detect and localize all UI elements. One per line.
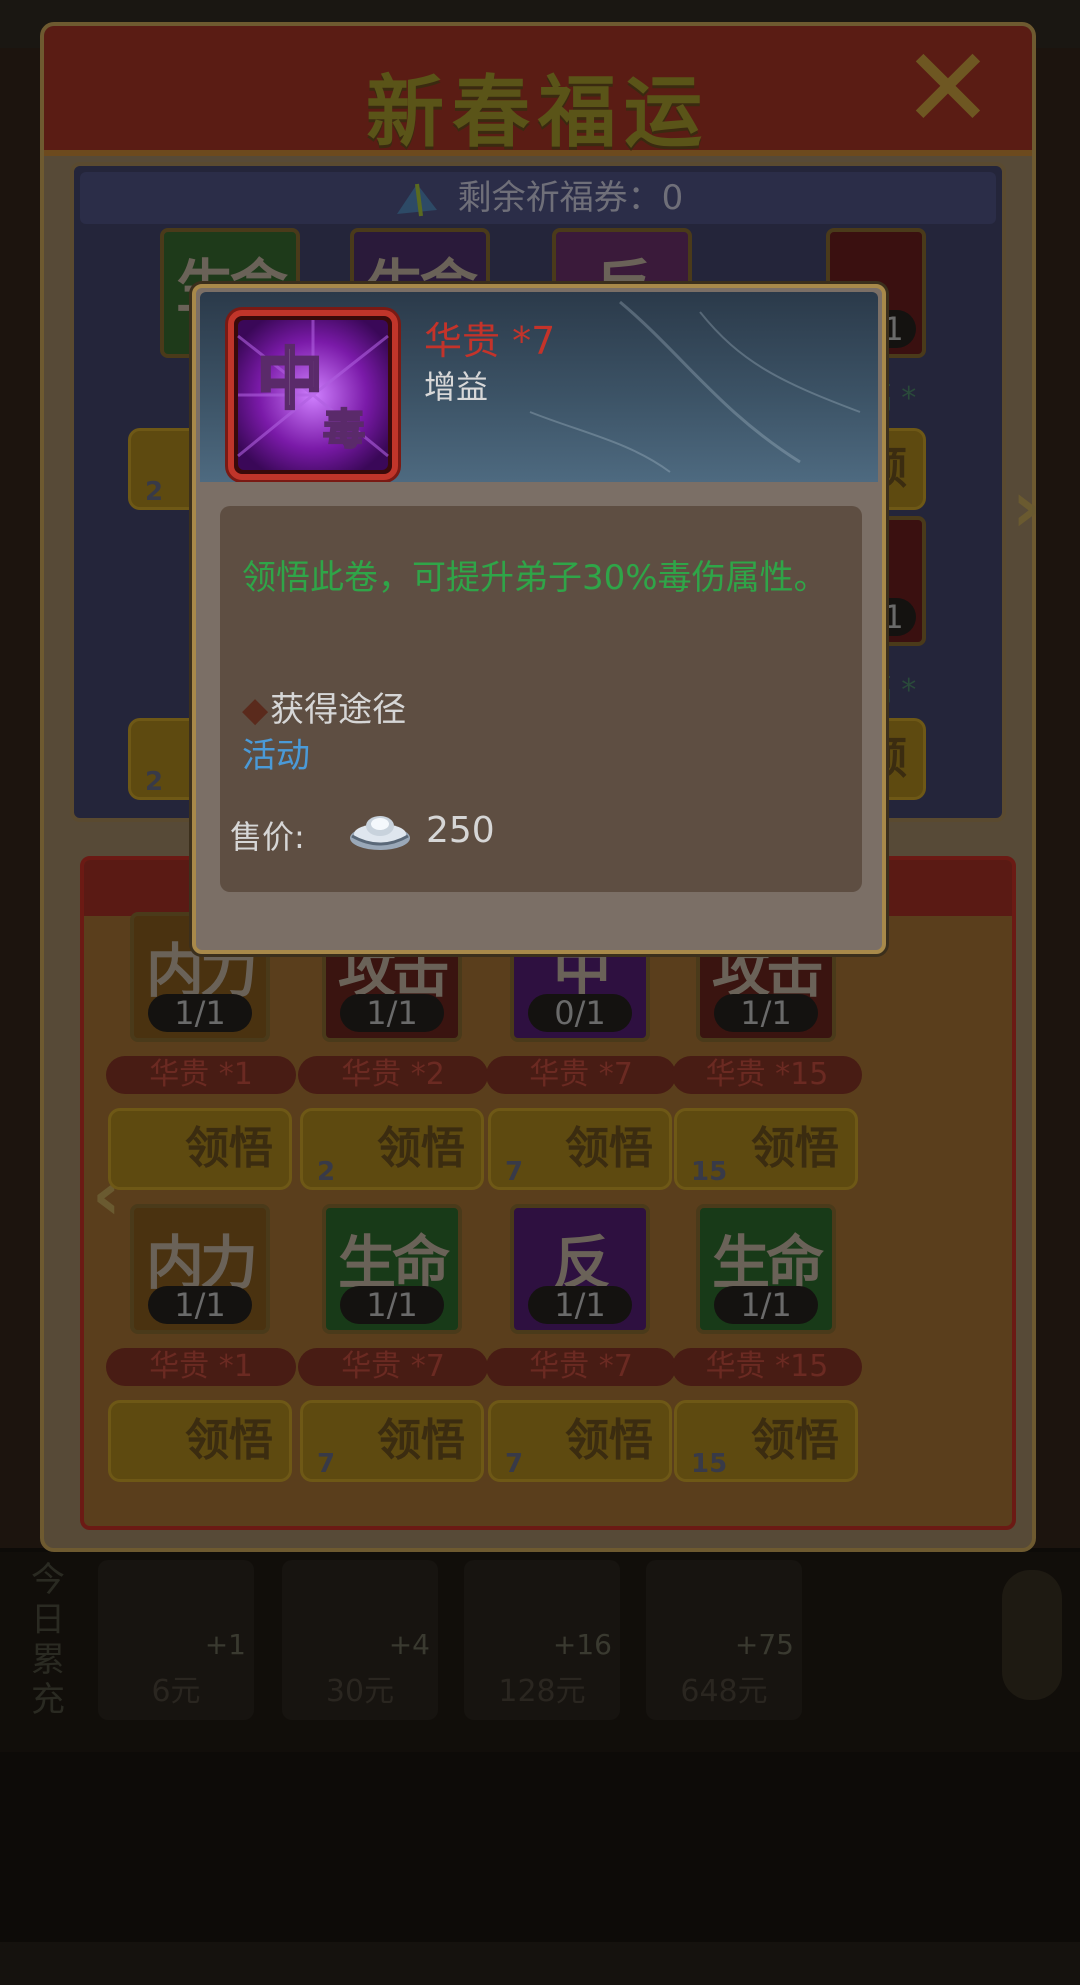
item-details: 领悟此卷，可提升弟子30%毒伤属性。 ◆获得途径 活动 售价: 250 [220, 506, 862, 892]
skill-card-count: 1/1 [340, 1286, 444, 1324]
skill-cost-tag: 华贵 *7 [486, 1056, 676, 1094]
item-tooltip: 中 毒 华贵 *7 增益 领悟此卷，可提升弟子30%毒伤属性。 ◆获得途径 活动… [192, 284, 886, 954]
skill-card[interactable]: 生命 1/1 [696, 1204, 836, 1334]
skill-cost-tag: 华贵 *15 [672, 1348, 862, 1386]
source-link[interactable]: 活动 [242, 728, 310, 777]
learn-button[interactable]: 领悟 2 [300, 1108, 484, 1190]
learn-button[interactable]: 领悟 15 [674, 1108, 858, 1190]
learn-cost-count: 7 [317, 1449, 336, 1479]
skill-card-count: 1/1 [714, 1286, 818, 1324]
close-icon[interactable]: ✕ [900, 33, 996, 143]
item-description: 领悟此卷，可提升弟子30%毒伤属性。 [242, 558, 828, 598]
learn-button-label: 领悟 [377, 1415, 465, 1466]
skill-cost-tag: 华贵 *7 [486, 1348, 676, 1386]
recharge-slot[interactable]: +4 30元 [282, 1560, 438, 1720]
skill-card-count: 1/1 [340, 994, 444, 1032]
skill-card-count: 1/1 [148, 994, 252, 1032]
icon-glyph-small: 毒 [323, 405, 365, 454]
skill-cost-tag: 华贵 *2 [298, 1056, 488, 1094]
skill-cost-tag: 华贵 *1 [106, 1056, 296, 1094]
learn-cost-count: 15 [691, 1157, 728, 1187]
recharge-slot[interactable]: +75 648元 [646, 1560, 802, 1720]
recharge-label: 今日累充 [31, 1560, 65, 1720]
skill-cost-tag: 华贵 *7 [298, 1348, 488, 1386]
item-icon: 中 毒 [228, 310, 398, 480]
learn-button-label: 领悟 [751, 1123, 839, 1174]
panel-title: 新春福运 [365, 68, 710, 158]
panel-header: 新春福运 ✕ [44, 26, 1032, 158]
learn-cost-count: 7 [505, 1449, 524, 1479]
ticket-counter: 剩余祈福券：0 [80, 172, 996, 224]
learn-cost-count: 15 [691, 1449, 728, 1479]
tooltip-header: 中 毒 华贵 *7 增益 [200, 292, 878, 482]
diamond-icon: ◆ [242, 690, 269, 730]
learn-button[interactable]: 领悟 [108, 1108, 292, 1190]
learn-button[interactable]: 领悟 [108, 1400, 292, 1482]
fan-icon [396, 183, 437, 216]
icon-glyph-big: 中 [257, 341, 323, 418]
skill-card-count: 1/1 [148, 1286, 252, 1324]
item-type: 增益 [424, 368, 489, 406]
silver-ingot-icon [350, 816, 410, 850]
item-name: 华贵 *7 [424, 319, 556, 363]
game-screen: 新春福运 ✕ 剩余祈福券：0 生命 生命 反 1/1 1/1 祈福 * [0, 0, 1080, 1985]
skill-card[interactable]: 生命 1/1 [322, 1204, 462, 1334]
learn-button-label: 领悟 [185, 1415, 273, 1466]
learn-cost-count: 2 [317, 1157, 336, 1187]
learn-button[interactable]: 领悟 7 [488, 1400, 672, 1482]
learn-button-label: 领悟 [565, 1415, 653, 1466]
skill-card-count: 1/1 [528, 1286, 632, 1324]
price-value: 250 [426, 810, 495, 851]
learn-button-label: 领悟 [751, 1415, 839, 1466]
skill-card[interactable]: 内力 1/1 [130, 1204, 270, 1334]
price-label: 售价: [230, 818, 305, 856]
learn-button[interactable]: 领悟 7 [488, 1108, 672, 1190]
ticket-counter-label: 剩余祈福券：0 [457, 178, 684, 218]
recharge-slot[interactable]: +1 6元 [98, 1560, 254, 1720]
learn-button-label: 领悟 [377, 1123, 465, 1174]
next-page-icon[interactable]: › [1012, 466, 1041, 548]
source-heading: ◆获得途径 [242, 690, 407, 730]
bottom-strip [0, 1942, 1080, 1985]
learn-button[interactable]: 领悟 15 [674, 1400, 858, 1482]
learn-cost-count: 7 [505, 1157, 524, 1187]
learn-button-label: 领悟 [185, 1123, 273, 1174]
learn-button[interactable]: 领悟 7 [300, 1400, 484, 1482]
skill-card-count: 0/1 [528, 994, 632, 1032]
skill-card-count: 1/1 [714, 994, 818, 1032]
recharge-slot[interactable]: +16 128元 [464, 1560, 620, 1720]
learn-button-label: 领悟 [565, 1123, 653, 1174]
recharge-side-button[interactable] [1002, 1570, 1062, 1700]
skill-cost-tag: 华贵 *1 [106, 1348, 296, 1386]
skill-cost-tag: 华贵 *15 [672, 1056, 862, 1094]
skill-card[interactable]: 反 1/1 [510, 1204, 650, 1334]
